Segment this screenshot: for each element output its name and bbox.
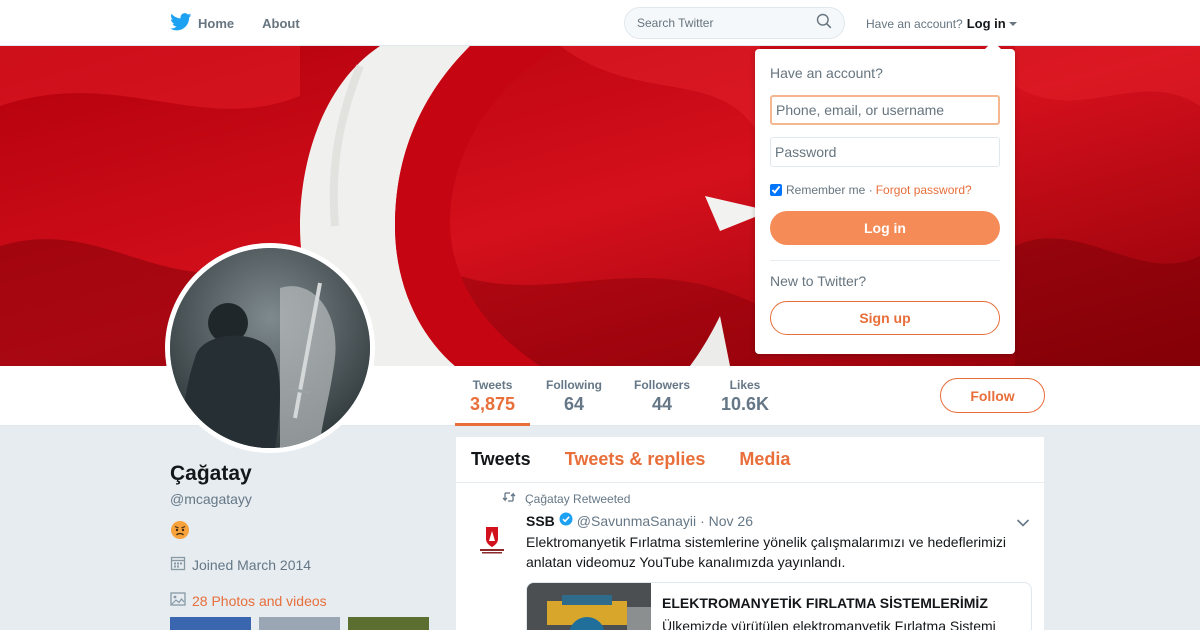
nav-home[interactable]: Home [170, 12, 235, 34]
link-card[interactable]: ELEKTROMANYETİK FIRLATMA SİSTEMLERİMİZ Ü… [526, 582, 1032, 630]
joined-text: Joined March 2014 [192, 556, 312, 573]
stat-value: 64 [563, 394, 585, 414]
have-account-text: Have an account? [866, 16, 963, 31]
image-icon [170, 591, 192, 610]
photo-thumbnail[interactable] [170, 617, 251, 630]
remember-me-label[interactable]: Remember me · [786, 183, 873, 197]
tweet-timestamp[interactable]: · Nov 26 [700, 513, 753, 529]
tab-media[interactable]: Media [739, 449, 790, 470]
avatar[interactable] [165, 243, 375, 453]
chevron-down-icon[interactable] [1016, 515, 1030, 533]
profile-handle[interactable]: @mcagatayy [170, 491, 252, 507]
author-avatar[interactable] [472, 519, 512, 559]
search-box [624, 7, 845, 39]
stat-following[interactable]: Following 64 [539, 366, 609, 426]
search-input[interactable] [637, 16, 816, 30]
photos-videos-label: 28 Photos and videos [192, 592, 327, 609]
login-dropdown: Have an account? Remember me · Forgot pa… [755, 41, 1015, 354]
stat-likes[interactable]: Likes 10.6K [715, 366, 775, 426]
angry-face-emoji-icon [170, 520, 190, 545]
retweet-icon [502, 491, 525, 506]
nav-about-label: About [262, 15, 300, 31]
photo-thumbnails [170, 617, 437, 630]
stat-label: Followers [633, 378, 690, 392]
tweet-header: SSB @SavunmaSanayii · Nov 26 [526, 512, 1029, 529]
new-to-twitter-text: New to Twitter? [770, 273, 867, 289]
photo-thumbnail[interactable] [259, 617, 340, 630]
calendar-icon [170, 555, 192, 574]
stat-tweets[interactable]: Tweets 3,875 [455, 366, 530, 426]
tab-tweets[interactable]: Tweets [471, 449, 531, 470]
link-card-title: ELEKTROMANYETİK FIRLATMA SİSTEMLERİMİZ [662, 595, 988, 611]
tweet-author-name[interactable]: SSB [526, 513, 555, 529]
profile-name: Çağatay [170, 462, 252, 485]
stat-label: Likes [729, 378, 761, 392]
password-field[interactable] [770, 137, 1000, 167]
signup-button[interactable]: Sign up [770, 301, 1000, 335]
login-button[interactable]: Log in [770, 211, 1000, 245]
tab-tweets-and-replies[interactable]: Tweets & replies [565, 449, 706, 470]
timeline-tabs: Tweets Tweets & replies Media [456, 437, 1044, 483]
retweet-context-text[interactable]: Çağatay Retweeted [525, 492, 630, 506]
stat-value: 3,875 [469, 394, 516, 414]
nav-left: Home About [170, 0, 328, 46]
username-field[interactable] [770, 95, 1000, 125]
stat-value: 44 [651, 394, 673, 414]
forgot-password-link[interactable]: Forgot password? [876, 183, 972, 197]
follow-button[interactable]: Follow [940, 378, 1045, 413]
stat-label: Following [546, 378, 602, 392]
twitter-bird-icon [170, 12, 198, 34]
verified-badge-icon [559, 512, 573, 529]
joined-date: Joined March 2014 [170, 555, 311, 574]
divider [770, 260, 1000, 261]
link-card-body: ELEKTROMANYETİK FIRLATMA SİSTEMLERİMİZ Ü… [651, 583, 1008, 630]
login-dropdown-title: Have an account? [770, 65, 883, 81]
top-navigation-bar: Home About Have an account? Log in [0, 0, 1200, 46]
ssb-logo-icon [472, 519, 512, 559]
caret-down-icon[interactable] [1008, 22, 1017, 26]
stat-label: Tweets [472, 378, 513, 392]
search-icon[interactable] [816, 13, 832, 34]
retweet-context: Çağatay Retweeted [502, 491, 1029, 506]
photos-videos-link[interactable]: 28 Photos and videos [170, 591, 327, 610]
avatar-image [170, 248, 370, 448]
nav-home-label: Home [198, 15, 235, 31]
tweet-text: Elektromanyetik Fırlatma sistemlerine yö… [526, 534, 1007, 570]
link-card-image [527, 583, 651, 630]
login-link[interactable]: Log in [967, 16, 1006, 31]
remember-me-checkbox[interactable] [770, 184, 782, 196]
link-card-description: Ülkemizde yürütülen elektromanyetik Fırl… [662, 618, 996, 630]
stat-followers[interactable]: Followers 44 [627, 366, 697, 426]
photo-thumbnail[interactable] [348, 617, 429, 630]
account-menu: Have an account? Log in [866, 16, 1017, 31]
nav-about[interactable]: About [262, 16, 300, 31]
stat-value: 10.6K [720, 394, 770, 414]
timeline: Tweets Tweets & replies Media Çağatay Re… [456, 437, 1044, 630]
remember-row: Remember me · Forgot password? [770, 183, 1000, 197]
tweet-author-handle[interactable]: @SavunmaSanayii [577, 513, 696, 529]
tweet[interactable]: Çağatay Retweeted SSB @SavunmaSanayii · … [456, 483, 1044, 630]
